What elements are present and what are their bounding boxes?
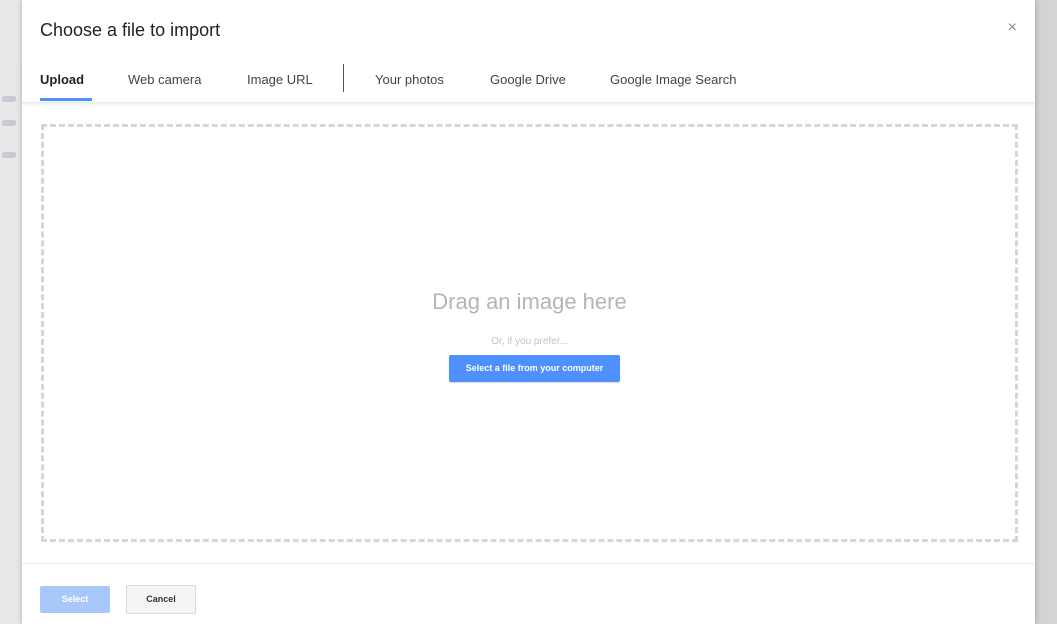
dialog-footer: Select Cancel xyxy=(22,563,1035,624)
dialog-title: Choose a file to import xyxy=(40,20,221,40)
drop-zone-subtext: Or, if you prefer... xyxy=(491,336,568,347)
tab-web-camera[interactable]: Web camera xyxy=(128,72,201,87)
background-text-fragment xyxy=(2,120,16,126)
tab-google-drive[interactable]: Google Drive xyxy=(490,72,566,87)
background-page-strip xyxy=(0,0,22,624)
cancel-button[interactable]: Cancel xyxy=(126,585,196,614)
tab-divider xyxy=(343,64,344,92)
active-tab-indicator xyxy=(40,98,92,101)
select-button[interactable]: Select xyxy=(40,586,110,613)
tab-image-url[interactable]: Image URL xyxy=(247,72,313,87)
tab-your-photos[interactable]: Your photos xyxy=(375,72,444,87)
background-text-fragment xyxy=(2,152,16,158)
tab-bar: Upload Web camera Image URL Your photos … xyxy=(22,62,1035,103)
select-file-from-computer-button[interactable]: Select a file from your computer xyxy=(449,355,620,382)
close-icon[interactable]: × xyxy=(1008,20,1017,36)
tab-upload[interactable]: Upload xyxy=(40,72,84,87)
drop-zone[interactable]: Drag an image here Or, if you prefer... … xyxy=(41,124,1018,542)
tab-google-image-search[interactable]: Google Image Search xyxy=(610,72,736,87)
background-right-strip xyxy=(1035,0,1057,624)
import-file-dialog: Choose a file to import × Upload Web cam… xyxy=(22,0,1035,624)
background-text-fragment xyxy=(2,96,16,102)
drop-zone-heading: Drag an image here xyxy=(432,289,627,314)
